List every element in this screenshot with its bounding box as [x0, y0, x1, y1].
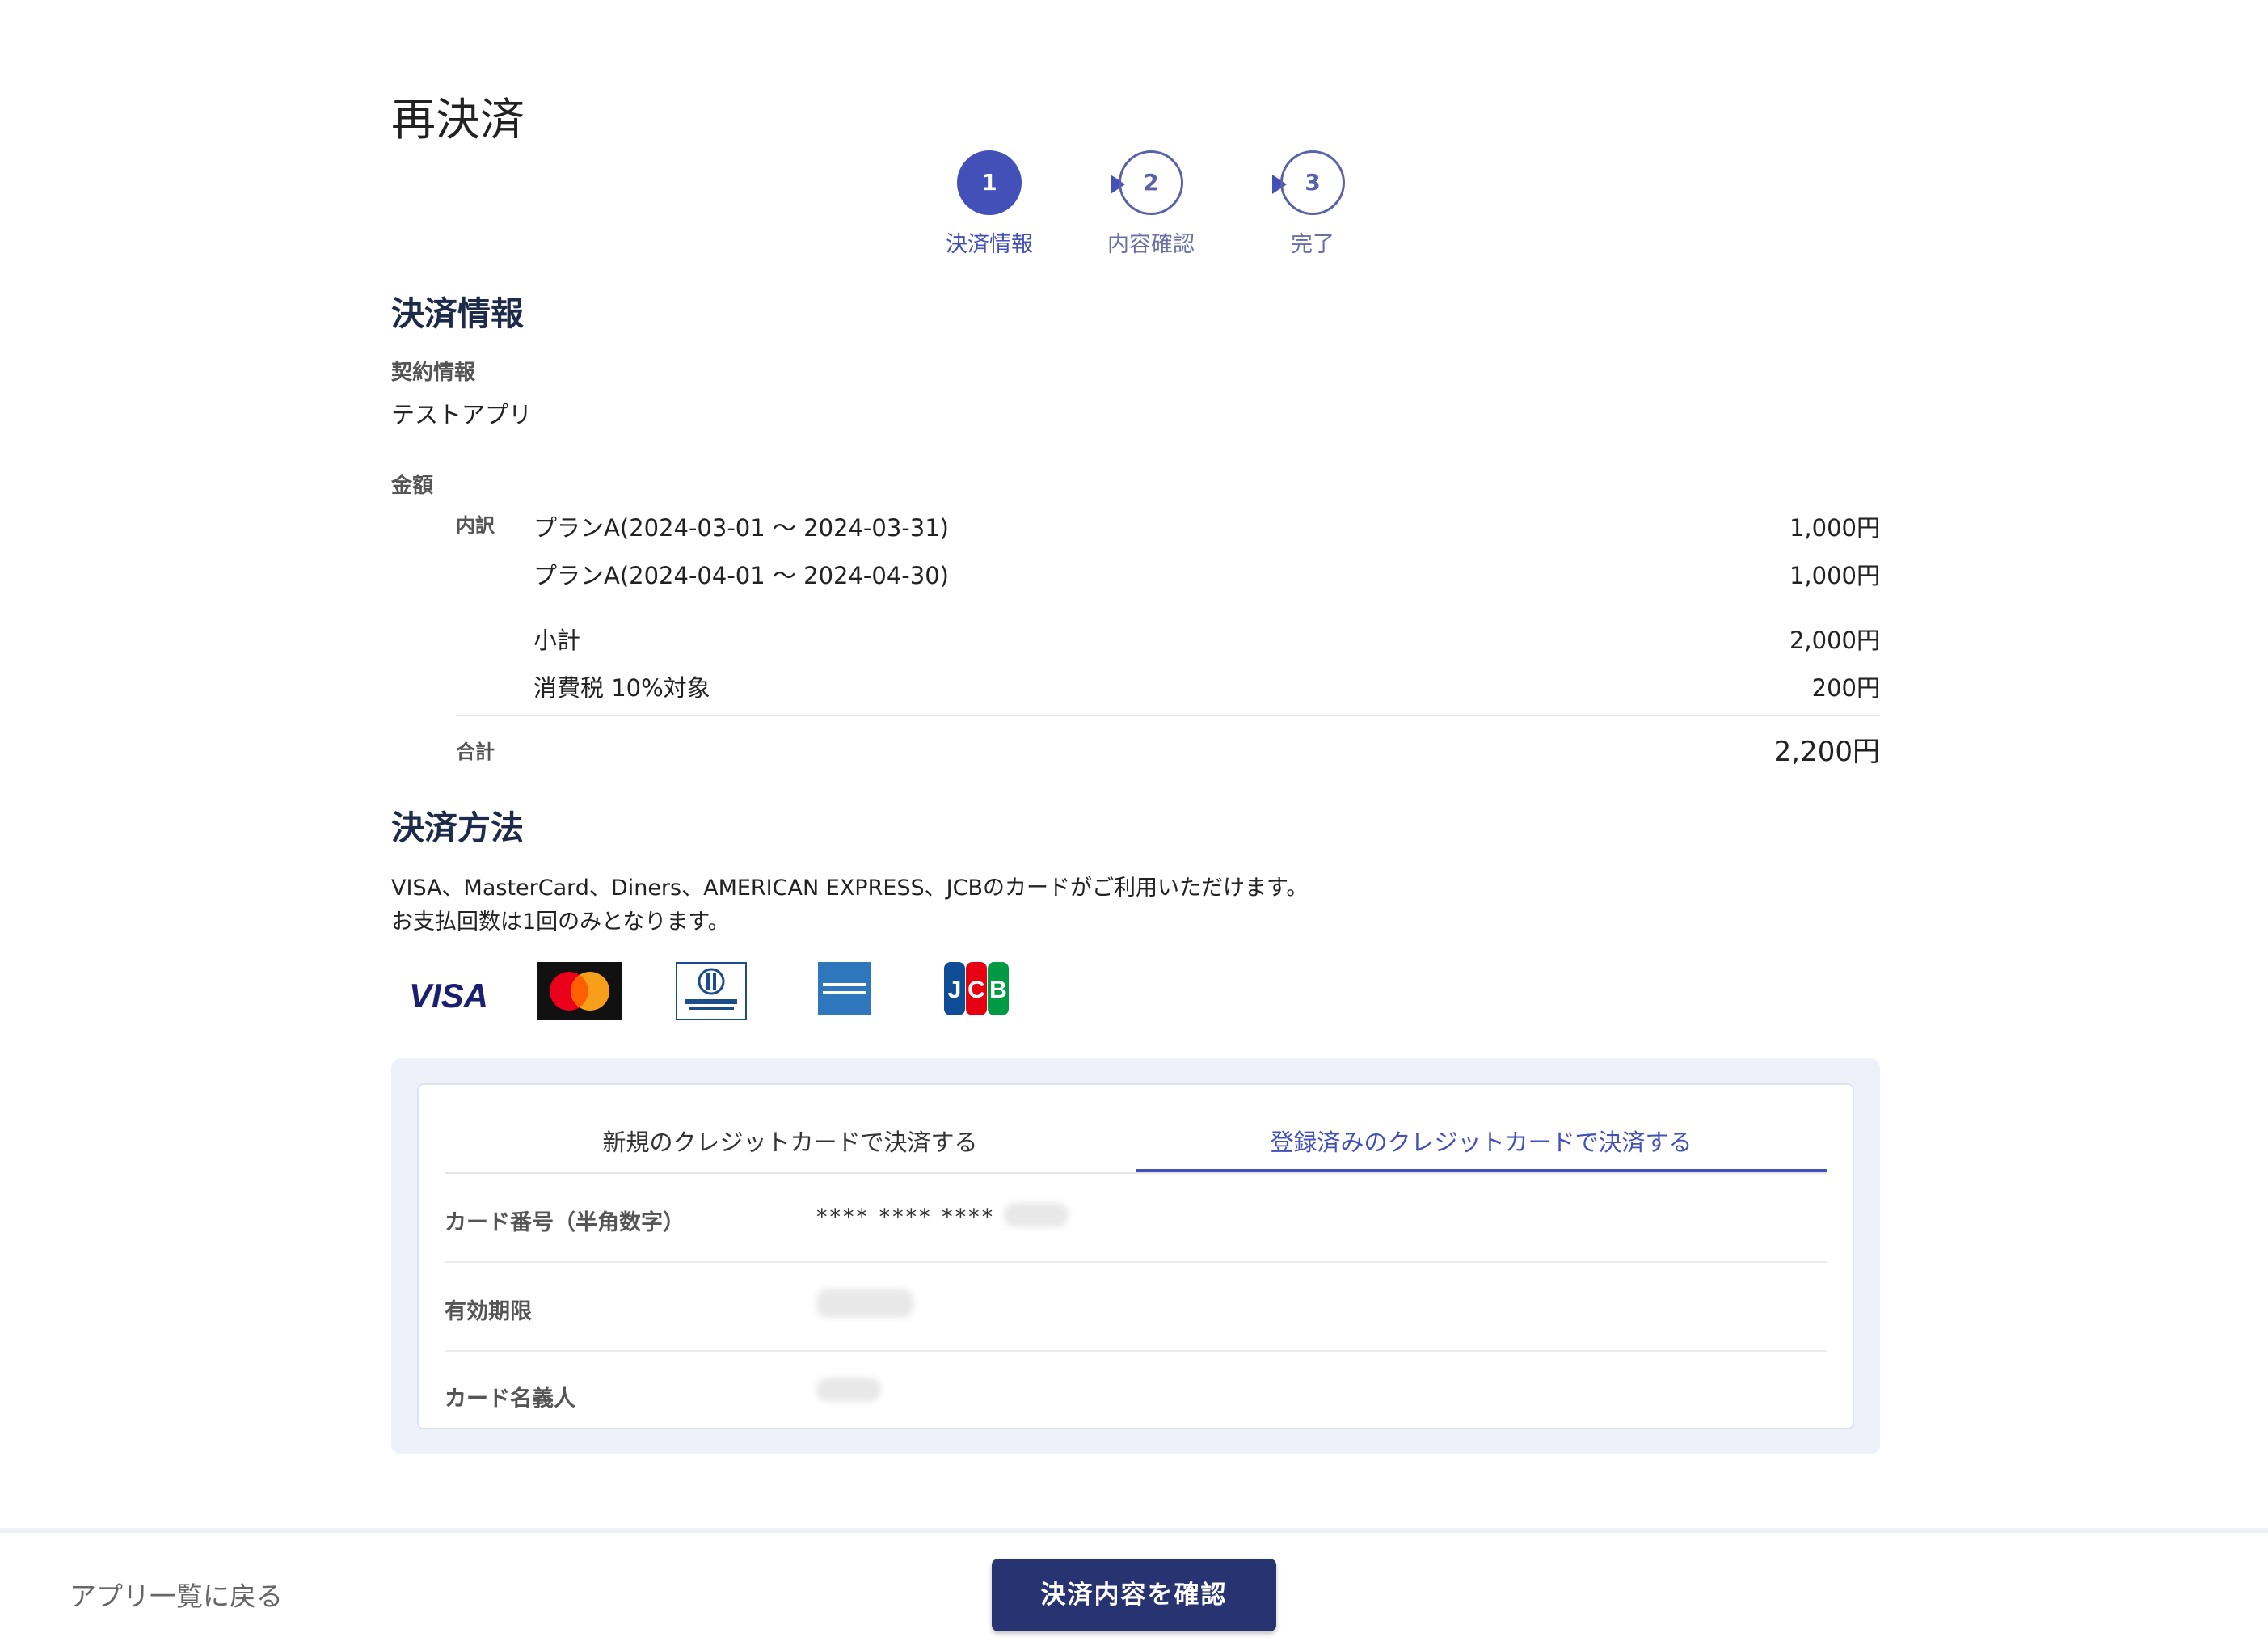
step-2-label: 内容確認	[1107, 232, 1195, 257]
contract-label: 契約情報	[391, 361, 476, 385]
confirm-payment-button[interactable]: 決済内容を確認	[992, 1559, 1276, 1631]
card-holder-row: カード名義人	[445, 1350, 1827, 1437]
step-2: 2 内容確認	[1086, 150, 1216, 258]
payment-method-desc: VISA、MasterCard、Diners、AMERICAN EXPRESS、…	[391, 876, 1309, 901]
mastercard-logo-icon	[537, 962, 622, 1020]
card-number-row: カード番号（半角数字） **** **** ****	[445, 1174, 1827, 1263]
step-3-label: 完了	[1291, 232, 1334, 257]
tax-value: 200円	[1811, 674, 1880, 702]
total-value: 2,200円	[1773, 736, 1880, 768]
total-divider	[456, 715, 1880, 716]
payment-info-heading: 決済情報	[391, 294, 524, 333]
line-item-name: プランA(2024-03-01 ～ 2024-03-31)	[533, 514, 949, 542]
card-number-value: **** **** ****	[816, 1205, 996, 1230]
tab-registered-card[interactable]: 登録済みのクレジットカードで決済する	[1136, 1124, 1827, 1158]
line-item-name: プランA(2024-04-01 ～ 2024-04-30)	[533, 562, 949, 589]
step-2-number: 2	[1119, 150, 1183, 215]
masked-holder	[816, 1378, 881, 1402]
step-3-number: 3	[1280, 150, 1345, 215]
payment-method-note: お支払回数は1回のみとなります。	[391, 910, 730, 935]
visa-logo-icon: VISA	[409, 977, 488, 1015]
expiry-row: 有効期限	[445, 1263, 1827, 1352]
step-1-number: 1	[957, 150, 1022, 215]
subtotal-label: 小計	[533, 627, 581, 654]
svg-text:B: B	[989, 977, 1007, 1003]
progress-stepper: 1 決済情報 2 内容確認 3 完了	[925, 150, 1377, 264]
masked-card-digits	[1004, 1203, 1069, 1227]
svg-text:VISA: VISA	[409, 977, 488, 1015]
active-tab-indicator	[1136, 1169, 1827, 1172]
tax-label: 消費税 10%対象	[533, 674, 710, 702]
line-item-price: 1,000円	[1789, 562, 1880, 589]
masked-expiry	[816, 1289, 913, 1318]
card-number-label: カード番号（半角数字）	[445, 1210, 685, 1235]
card-form: 新規のクレジットカードで決済する 登録済みのクレジットカードで決済する カード番…	[417, 1083, 1854, 1429]
jcb-logo-icon: J C B	[944, 962, 1009, 1015]
page-title: 再決済	[391, 93, 525, 146]
amount-label: 金額	[391, 474, 434, 498]
line-item-price: 1,000円	[1789, 514, 1880, 542]
tab-new-card[interactable]: 新規のクレジットカードで決済する	[445, 1124, 1136, 1158]
step-1: 1 決済情報	[925, 150, 1054, 258]
back-to-app-list-link[interactable]: アプリ一覧に戻る	[70, 1575, 283, 1614]
footer-bar: アプリ一覧に戻る 決済内容を確認	[0, 1528, 2268, 1646]
payment-method-heading: 決済方法	[391, 808, 524, 847]
breakdown-label: 内訳	[456, 514, 495, 537]
svg-text:C: C	[967, 977, 985, 1003]
svg-text:J: J	[948, 977, 962, 1003]
subtotal-value: 2,000円	[1789, 627, 1880, 654]
card-payment-panel: 新規のクレジットカードで決済する 登録済みのクレジットカードで決済する カード番…	[391, 1058, 1880, 1454]
amex-logo-icon	[818, 962, 871, 1015]
total-label: 合計	[456, 741, 495, 763]
step-3: 3 完了	[1248, 150, 1377, 258]
expiry-label: 有効期限	[445, 1299, 532, 1324]
card-source-tabs: 新規のクレジットカードで決済する 登録済みのクレジットカードで決済する	[445, 1085, 1827, 1174]
step-1-label: 決済情報	[946, 232, 1033, 257]
diners-logo-icon	[676, 962, 747, 1020]
contract-value: テストアプリ	[391, 401, 533, 428]
card-holder-label: カード名義人	[445, 1386, 575, 1412]
